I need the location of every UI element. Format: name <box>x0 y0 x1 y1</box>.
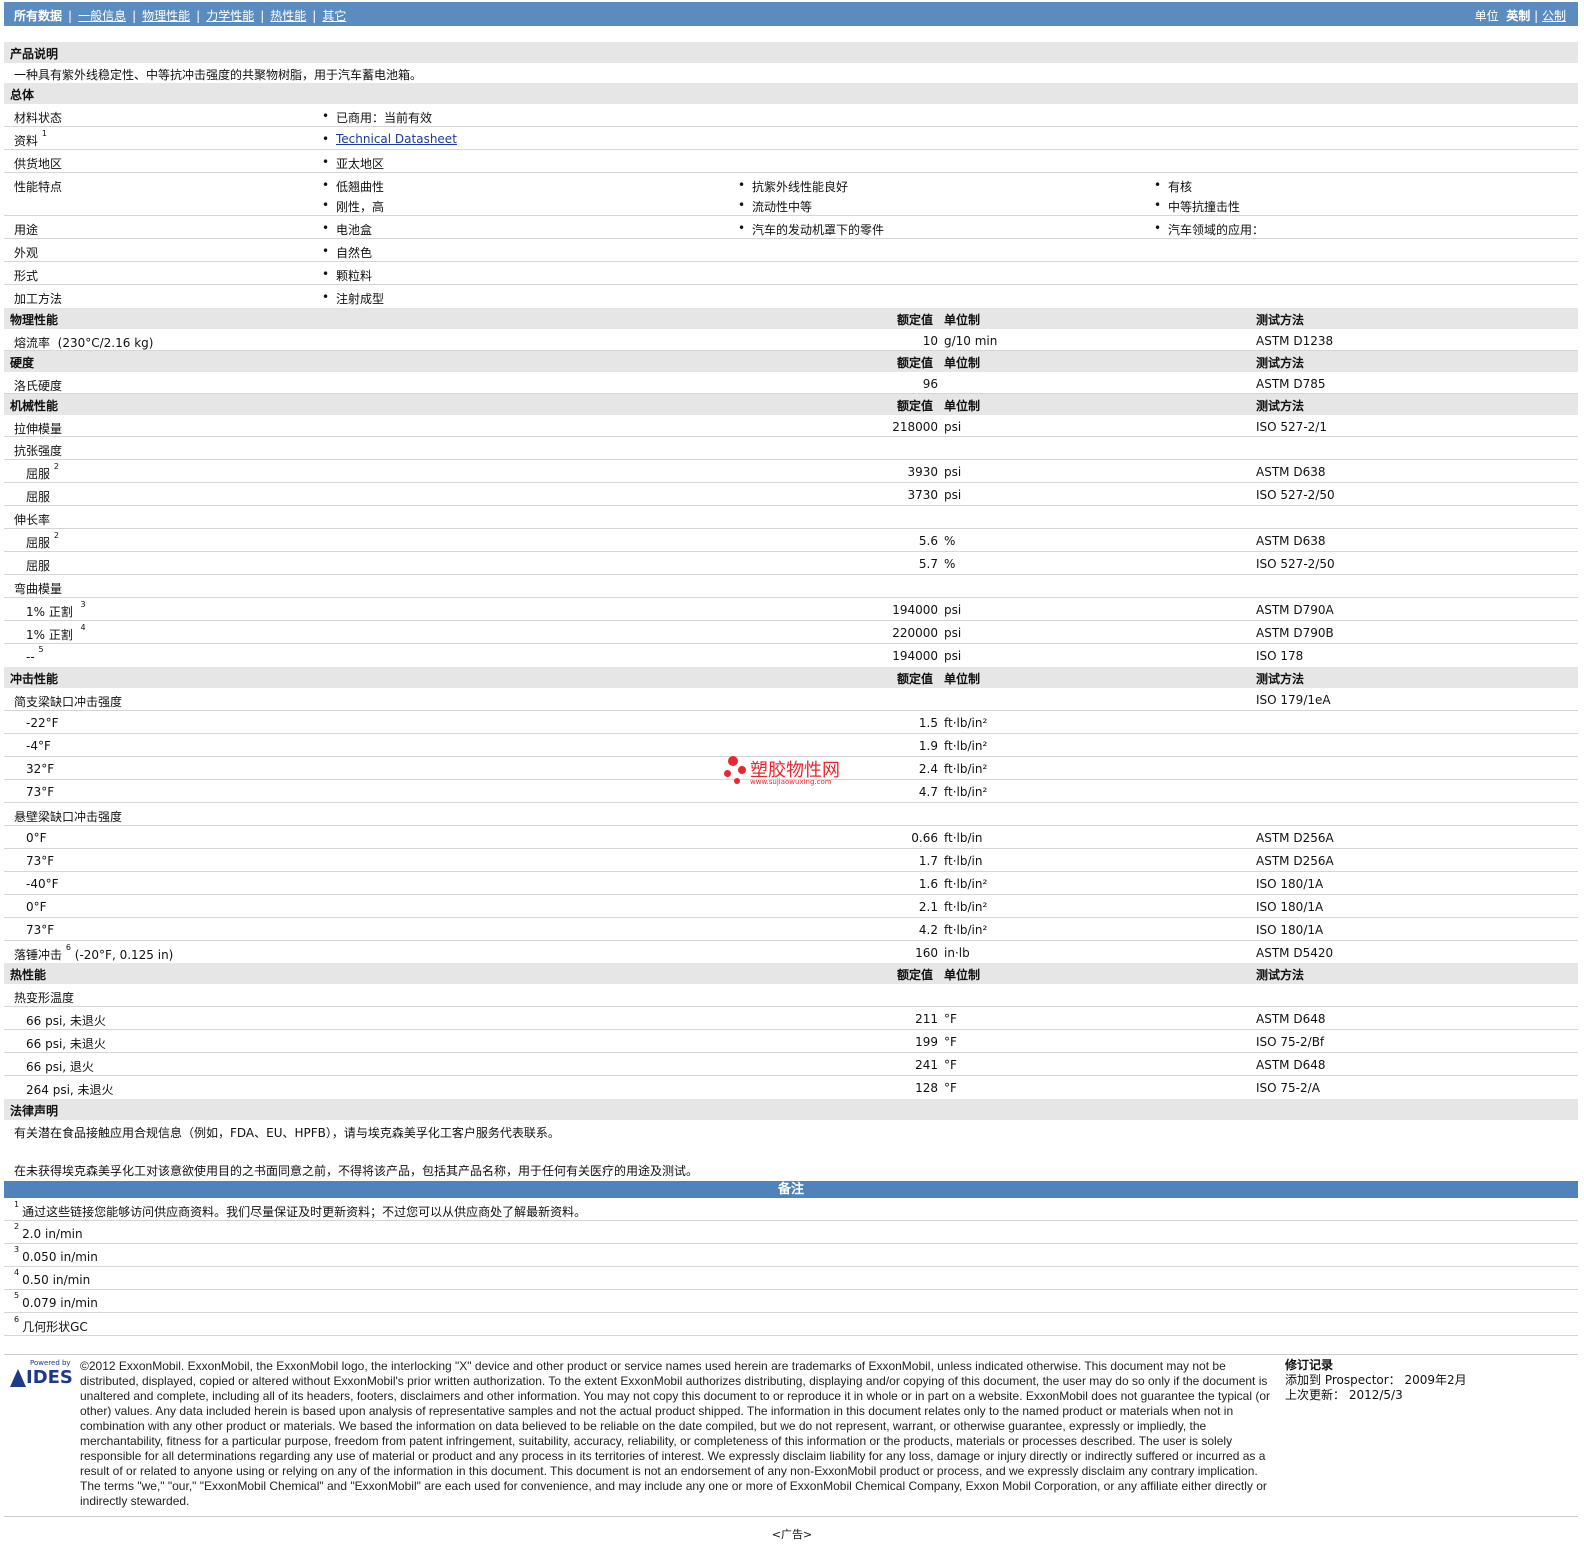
watermark-logo: 塑胶物性网 www.sujiaowuxing.com <box>722 754 862 794</box>
general-header: 总体 <box>4 83 1578 104</box>
copyright-text: ©2012 ExxonMobil. ExxonMobil, the ExxonM… <box>80 1359 1271 1508</box>
ides-logo: Powered by IDES <box>8 1359 73 1389</box>
hdt-row: 66 psi, 未退火 199 °F ISO 75-2/Bf <box>4 1030 1578 1053</box>
elongation-group: 伸长率 <box>4 506 1578 529</box>
dart-impact-row: 落锤冲击 6 (-20°F, 0.125 in) 160 in·lb ASTM D5… <box>14 943 1334 962</box>
notes-header: 备注 <box>4 1181 1578 1198</box>
nav-physical[interactable]: 物理性能 <box>142 7 190 24</box>
physical-header: 物理性能 额定值 单位制 测试方法 <box>4 308 1578 329</box>
elongation-yield-row: 屈服 5.7% ISO 527-2/50 <box>4 552 1578 575</box>
availability-row: 供货地区 亚太地区 <box>4 150 1578 173</box>
mechanical-header: 机械性能 额定值 单位制 测试方法 <box>4 394 1578 415</box>
flexural-modulus-row: 1% 正割 3 194000 psi ASTM D790A <box>4 598 1578 621</box>
units-label: 单位 <box>1474 9 1499 23</box>
note-item: 50.079 in/min <box>4 1290 1578 1313</box>
units-metric[interactable]: 公制 <box>1542 9 1566 23</box>
flexural-modulus-row: 1% 正割 4 220000 psi ASTM D790B <box>4 621 1578 644</box>
melt-flow-row: 熔流率 (230°C/2.16 kg) 10 g/10 min ASTM D1238 <box>4 329 1578 351</box>
izod-row: 73°F 1.7 ft·lb/in ASTM D256A <box>4 849 1578 872</box>
impact-header: 冲击性能 额定值 单位制 测试方法 <box>4 667 1578 688</box>
izod-row: 0°F 2.1 ft·lb/in² ISO 180/1A <box>4 895 1578 918</box>
nav-other[interactable]: 其它 <box>322 7 346 24</box>
izod-row: 0°F 0.66 ft·lb/in ASTM D256A <box>4 826 1578 849</box>
izod-group: 悬壁梁缺口冲击强度 <box>4 803 1578 826</box>
thermal-header: 热性能 额定值 单位制 测试方法 <box>4 963 1578 984</box>
footer: Powered by IDES ©2012 ExxonMobil. ExxonM… <box>4 1354 1578 1514</box>
note-item: 30.050 in/min <box>4 1244 1578 1267</box>
elongation-yield-row: 屈服 2 5.6% ASTM D638 <box>4 529 1578 552</box>
material-status-row: 材料状态 已商用：当前有效 <box>4 104 1578 127</box>
ad-label: <广告> <box>771 1528 813 1541</box>
note-item: 40.50 in/min <box>4 1267 1578 1290</box>
appearance-row: 外观 自然色 <box>4 239 1578 262</box>
top-nav-bar: 所有数据 | 一般信息 | 物理性能 | 力学性能 | 热性能 | 其它 单位 英制 | 公制 <box>4 2 1578 26</box>
hdt-row: 264 psi, 未退火 128 °F ISO 75-2/A <box>26 1081 1320 1097</box>
tensile-yield-row: 屈服 2 3930 psi ASTM D638 <box>4 460 1578 483</box>
charpy-group: 简支梁缺口冲击强度 ISO 179/1eA <box>4 688 1578 711</box>
features-row: 性能特点 低翘曲性 抗紫外线性能良好 有核 刚性，高 流动性中等 中等抗撞击性 <box>4 173 1578 216</box>
flexural-modulus-group: 弯曲模量 <box>4 575 1578 598</box>
section-nav: 所有数据 | 一般信息 | 物理性能 | 力学性能 | 热性能 | 其它 <box>14 7 347 24</box>
hdt-row: 66 psi, 未退火 211 °F ASTM D648 <box>4 1007 1578 1030</box>
hdt-group: 热变形温度 <box>4 984 1578 1007</box>
ides-logo-icon <box>10 1369 26 1387</box>
note-item: 6几何形状GC <box>4 1313 1578 1336</box>
tensile-strength-group: 抗张强度 <box>4 437 1578 460</box>
tensile-modulus-row: 拉伸模量 218000 psi ISO 527-2/1 <box>4 415 1578 437</box>
charpy-row: -22°F 1.5 ft·lb/in² <box>4 711 1578 734</box>
unit-switcher: 单位 英制 | 公制 <box>1474 9 1566 23</box>
literature-row: 资料 1 Technical Datasheet <box>4 127 1578 150</box>
note-item: 22.0 in/min <box>4 1221 1578 1244</box>
legal-header: 法律声明 <box>4 1099 1578 1120</box>
nav-mechanical[interactable]: 力学性能 <box>206 7 254 24</box>
hdt-row: 66 psi, 退火 241 °F ASTM D648 <box>4 1053 1578 1076</box>
product-description-header: 产品说明 <box>4 42 1578 63</box>
rockwell-hardness-row: 洛氏硬度 96 ASTM D785 <box>4 372 1578 394</box>
tensile-yield-row: 屈服 3730 psi ISO 527-2/50 <box>4 483 1578 506</box>
hardness-header: 硬度 额定值 单位制 测试方法 <box>4 351 1578 372</box>
product-description: 一种具有紫外线稳定性、中等抗冲击强度的共聚物树脂，用于汽车蓄电池箱。 <box>14 68 423 82</box>
units-english[interactable]: 英制 <box>1506 9 1530 23</box>
izod-row: -40°F 1.6 ft·lb/in² ISO 180/1A <box>4 872 1578 895</box>
nav-all-data[interactable]: 所有数据 <box>14 7 62 24</box>
processing-row: 加工方法 注射成型 <box>4 285 1578 308</box>
technical-datasheet-link[interactable]: Technical Datasheet <box>336 132 457 146</box>
form-row: 形式 颗粒料 <box>4 262 1578 285</box>
flexural-modulus-row: -- 5 194000 psi ISO 178 <box>26 645 1304 664</box>
revision-history: 修订记录 添加到 Prospector： 2009年2月 上次更新： 2012/… <box>1285 1358 1467 1402</box>
nav-general-info[interactable]: 一般信息 <box>78 7 126 24</box>
legal-statement: 有关潜在食品接触应用合规信息（例如，FDA、EU、HPFB），请与埃克森美孚化工… <box>14 1126 699 1178</box>
uses-row: 用途 电池盒 汽车的发动机罩下的零件 汽车领域的应用： <box>4 216 1578 239</box>
izod-row: 73°F 4.2 ft·lb/in² ISO 180/1A <box>4 918 1578 941</box>
watermark-url: www.sujiaowuxing.com <box>750 778 832 786</box>
note-item: 1通过这些链接您能够访问供应商资料。我们尽量保证及时更新资料；不过您可以从供应商… <box>4 1198 1578 1221</box>
datasheet-content: 产品说明 一种具有紫外线稳定性、中等抗冲击强度的共聚物树脂，用于汽车蓄电池箱。 … <box>4 42 1578 1336</box>
nav-thermal[interactable]: 热性能 <box>270 7 306 24</box>
